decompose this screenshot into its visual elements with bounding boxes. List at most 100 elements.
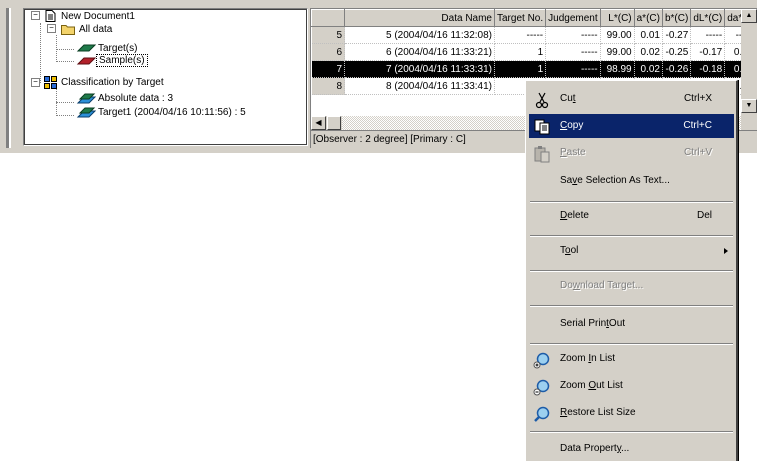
cell-target-no[interactable]: ----- [494, 26, 547, 44]
column-header[interactable]: dL*(C) [690, 9, 726, 27]
cell-l[interactable]: 98.99 [600, 60, 635, 78]
cell-judgement[interactable]: ----- [545, 60, 601, 78]
menu-label: Copy [560, 120, 584, 131]
scroll-up-arrow-icon[interactable]: ▲ [741, 9, 757, 23]
cell-dl[interactable]: -0.18 [690, 60, 726, 78]
menu-label: Download Target... [560, 280, 644, 291]
shortcut: Ctrl+X [683, 93, 712, 104]
menu-label: Tool [560, 245, 579, 256]
cell-judgement[interactable]: ----- [545, 43, 601, 61]
menu-item-copy[interactable]: Copy Ctrl+C [529, 114, 734, 138]
tree-connector [56, 35, 57, 60]
cell-l[interactable]: 99.00 [600, 43, 635, 61]
row-number[interactable]: 5 [311, 26, 345, 44]
cell-judgement[interactable]: ----- [545, 26, 601, 44]
tree-item-label: Absolute data : 3 [98, 93, 174, 104]
column-header[interactable]: b*(C) [661, 9, 692, 27]
tree-item-absolute[interactable]: Absolute data : 3 [98, 92, 173, 105]
table-header-row: Data Name Target No. Judgement L*(C) a*(… [311, 9, 746, 27]
menu-item-zoom-in-list[interactable]: Zoom In List [529, 347, 734, 371]
target-icon [76, 44, 96, 52]
cell-a[interactable]: 0.02 [634, 60, 663, 78]
tree-item-classification[interactable]: Classification by Target [61, 76, 164, 89]
menu-label: Delete [560, 210, 589, 221]
cell-b[interactable]: -0.25 [662, 43, 692, 61]
vertical-scrollbar[interactable]: ▲ ▼ [741, 9, 757, 131]
tree-item-label: New Document1 [61, 11, 135, 22]
column-header[interactable]: L*(C) [599, 9, 635, 27]
tree-item-samples[interactable]: Sample(s) [96, 54, 148, 67]
cell-data-name[interactable]: 7 (2004/04/16 11:33:31) [344, 60, 495, 78]
menu-item-zoom-out-list[interactable]: Zoom Out List [529, 374, 734, 398]
menu-separator [530, 270, 733, 272]
zoom-in-icon [533, 352, 550, 369]
tree-item-root[interactable]: New Document1 [61, 10, 135, 23]
sample-icon [76, 57, 96, 65]
scroll-down-arrow-icon[interactable]: ▼ [741, 99, 757, 113]
cell-target-no[interactable]: 1 [494, 60, 547, 78]
table-row-selected[interactable]: 7 7 (2004/04/16 11:33:31) 1 ----- 98.99 … [311, 60, 746, 78]
cell-data-name[interactable]: 5 (2004/04/16 11:32:08) [344, 26, 495, 44]
corner-cell [311, 9, 345, 27]
restore-size-icon [534, 406, 550, 422]
cell-a[interactable]: 0.02 [634, 43, 663, 61]
column-header[interactable]: Judgement [545, 9, 601, 27]
row-number[interactable]: 6 [311, 43, 345, 61]
data-tree[interactable]: − New Document1 − All data Target(s) Sam… [23, 8, 308, 146]
menu-label: Paste [560, 147, 586, 158]
menu-item-tool[interactable]: Tool [529, 239, 734, 263]
menu-label: Serial PrintOut [560, 318, 626, 329]
menu-item-restore-list-size[interactable]: Restore List Size [529, 401, 734, 425]
scroll-thumb[interactable] [327, 116, 341, 130]
tree-item-label: Sample(s) [96, 54, 148, 67]
table-row[interactable]: 5 5 (2004/04/16 11:32:08) ----- ----- 99… [311, 26, 746, 44]
cell-a[interactable]: 0.01 [634, 26, 663, 44]
collapse-toggle[interactable]: − [31, 78, 40, 87]
scroll-left-arrow-icon[interactable]: ◀ [311, 116, 326, 130]
folder-icon [61, 25, 75, 35]
menu-item-cut[interactable]: Cut Ctrl+X [529, 87, 734, 111]
submenu-arrow-icon [724, 248, 728, 254]
table-row[interactable]: 6 6 (2004/04/16 11:33:21) 1 ----- 99.00 … [311, 43, 746, 61]
window-border-highlight [9, 8, 11, 148]
cell-target-no[interactable]: 1 [494, 43, 547, 61]
tree-item-all-data[interactable]: All data [79, 23, 112, 36]
menu-separator [530, 235, 733, 237]
menu-label: Restore List Size [560, 407, 636, 418]
tree-item-target1[interactable]: Target1 (2004/04/16 10:11:56) : 5 [98, 106, 246, 119]
menu-item-serial-printout[interactable]: Serial PrintOut [529, 312, 734, 336]
row-number[interactable]: 8 [311, 77, 345, 95]
copy-icon [534, 119, 550, 135]
menu-separator [530, 201, 733, 203]
collapse-toggle[interactable]: − [47, 24, 56, 33]
menu-item-save-selection[interactable]: Save Selection As Text... [529, 169, 734, 193]
menu-item-delete[interactable]: Delete Del [529, 204, 734, 228]
shortcut: Ctrl+C [683, 120, 712, 131]
scissors-icon [535, 92, 549, 109]
shortcut: Ctrl+V [683, 147, 712, 158]
column-header[interactable]: Data Name [344, 9, 495, 27]
classification-icon [44, 76, 57, 89]
menu-label: Zoom Out List [560, 380, 623, 391]
tree-connector [56, 61, 74, 62]
menu-item-data-property[interactable]: Data Property... [529, 437, 734, 461]
row-number[interactable]: 7 [311, 60, 345, 78]
cell-l[interactable]: 99.00 [600, 26, 635, 44]
collapse-toggle[interactable]: − [31, 11, 40, 20]
tree-connector [40, 23, 41, 83]
menu-label: Save Selection As Text... [560, 175, 670, 186]
cell-b[interactable]: -0.27 [662, 26, 692, 44]
column-header[interactable]: Target No. [493, 9, 547, 27]
tree-item-label: Target1 (2004/04/16 10:11:56) : 5 [98, 107, 246, 118]
menu-item-paste[interactable]: Paste Ctrl+V [529, 141, 734, 165]
absolute-data-icon [76, 93, 96, 104]
cell-dl[interactable]: -0.17 [690, 43, 726, 61]
column-header[interactable]: a*(C) [633, 9, 663, 27]
tree-connector [56, 102, 74, 103]
cell-data-name[interactable]: 8 (2004/04/16 11:33:41) [344, 77, 495, 95]
cell-data-name[interactable]: 6 (2004/04/16 11:33:21) [344, 43, 495, 61]
cell-b[interactable]: -0.26 [662, 60, 692, 78]
cell-dl[interactable]: ----- [690, 26, 726, 44]
shortcut: Del [696, 210, 712, 221]
menu-item-download-target[interactable]: Download Target... [529, 274, 734, 298]
